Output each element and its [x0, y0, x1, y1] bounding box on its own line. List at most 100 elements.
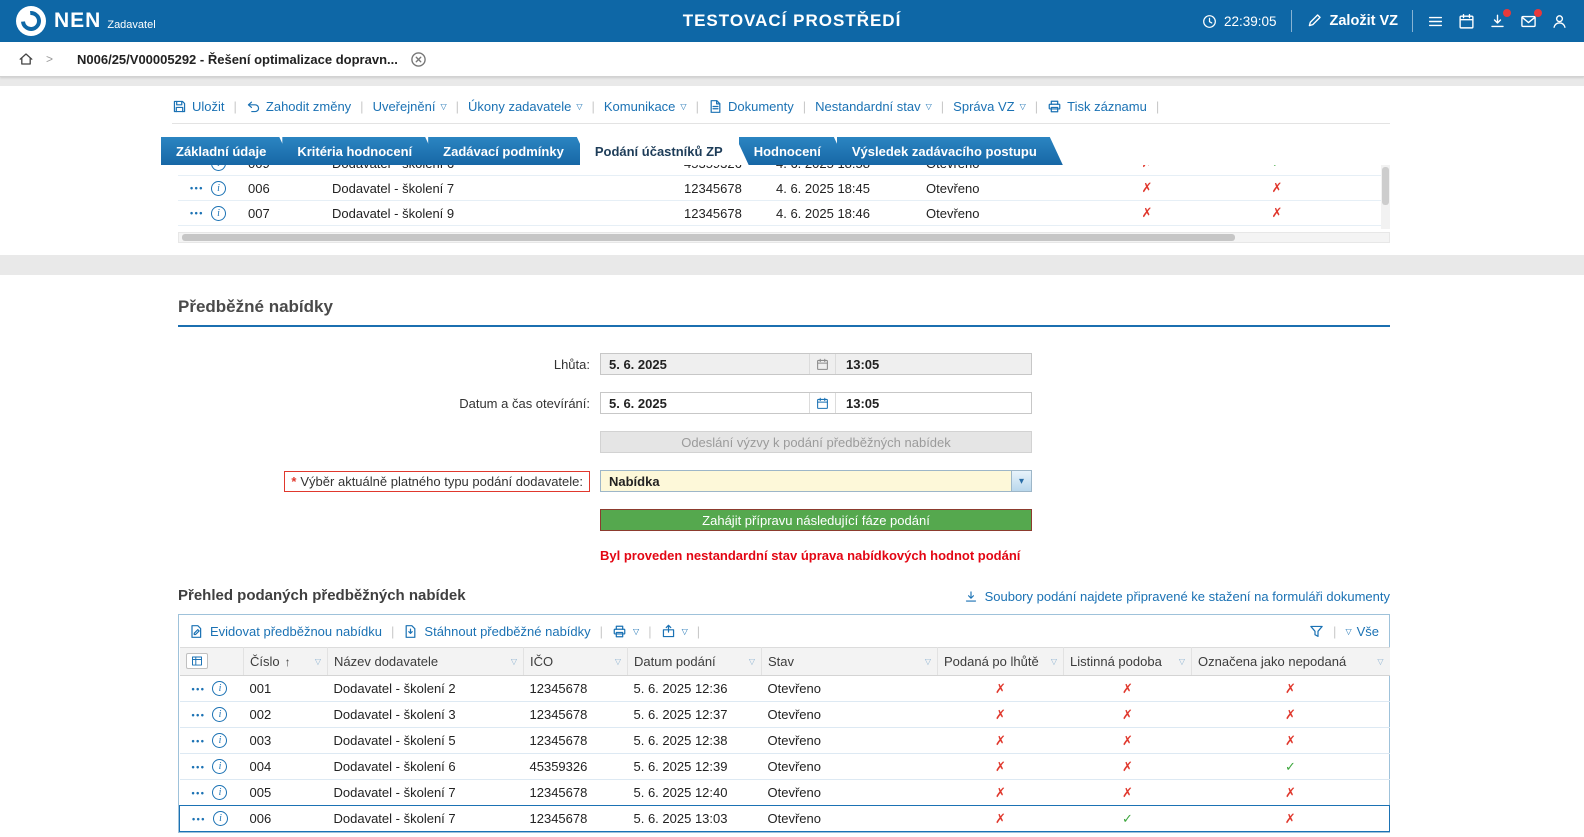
- opening-time-input[interactable]: 13:05: [835, 393, 1031, 413]
- vertical-scrollbar[interactable]: [1381, 165, 1390, 229]
- toolbar-item-uložit[interactable]: Uložit: [172, 99, 225, 114]
- submission-row[interactable]: •••i002Dodavatel - školení 3123456785. 6…: [180, 702, 1390, 728]
- cell-state: Otevřeno: [762, 806, 938, 832]
- toolbar-item-správa-vz[interactable]: Správa VZ▽: [953, 99, 1026, 114]
- breadcrumb-item[interactable]: N006/25/V00005292 - Řešení optimalizace …: [77, 52, 398, 67]
- tab-hodnocení[interactable]: Hodnocení: [739, 137, 847, 165]
- filter-chevron-icon[interactable]: ▽: [315, 657, 321, 666]
- tab-výsledek-zadávacího-postupu[interactable]: Výsledek zadávacího postupu: [837, 137, 1063, 165]
- calendar-button[interactable]: [809, 393, 835, 413]
- filter-chevron-icon[interactable]: ▽: [511, 657, 517, 666]
- filter-chevron-icon[interactable]: ▽: [1051, 657, 1057, 666]
- toolbar-item-úkony-zadavatele[interactable]: Úkony zadavatele▽: [468, 99, 583, 114]
- filter-chevron-icon[interactable]: ▽: [749, 657, 755, 666]
- sort-ascending-icon[interactable]: ↑: [285, 655, 291, 669]
- row-actions-icon[interactable]: •••: [192, 684, 206, 694]
- select-arrow-icon[interactable]: ▾: [1011, 471, 1031, 491]
- toolbar-item-komunikace[interactable]: Komunikace▽: [604, 99, 687, 114]
- column-header-ičo[interactable]: IČO▽: [524, 648, 628, 676]
- horizontal-scrollbar[interactable]: [178, 232, 1390, 243]
- info-icon[interactable]: i: [211, 181, 226, 196]
- table-action-evidovat-předběžnou-nabídku[interactable]: Evidovat předběžnou nabídku: [189, 624, 382, 639]
- toolbar-item-tisk-záznamu[interactable]: Tisk záznamu: [1047, 99, 1147, 114]
- tab-podání-účastníků-zp[interactable]: Podání účastníků ZP: [580, 137, 749, 165]
- info-icon[interactable]: i: [212, 681, 227, 696]
- column-header-stav[interactable]: Stav▽: [762, 648, 938, 676]
- participant-row[interactable]: •••i009Dodavatel - školení 6453593264. 6…: [178, 165, 1390, 176]
- table-action-print[interactable]: ▽: [612, 624, 639, 639]
- downloads-button[interactable]: [1489, 13, 1506, 30]
- calendar-button[interactable]: [1458, 13, 1475, 30]
- column-header-datum-podání[interactable]: Datum podání▽: [628, 648, 762, 676]
- row-actions-icon[interactable]: •••: [190, 165, 204, 168]
- submission-row[interactable]: •••i006Dodavatel - školení 7123456785. 6…: [180, 806, 1390, 832]
- cell-date: 5. 6. 2025 12:40: [628, 780, 762, 806]
- profile-button[interactable]: [1551, 13, 1568, 30]
- view-all-dropdown[interactable]: ▽ Vše: [1345, 624, 1379, 639]
- column-header-číslo[interactable]: Číslo↑▽: [244, 648, 328, 676]
- toolbar-separator: |: [1035, 99, 1038, 114]
- row-actions-icon[interactable]: •••: [190, 183, 204, 193]
- home-button[interactable]: [18, 51, 34, 67]
- filter-chevron-icon[interactable]: ▽: [925, 657, 931, 666]
- toolbar-item-nestandardní-stav[interactable]: Nestandardní stav▽: [815, 99, 932, 114]
- create-vz-button[interactable]: Založit VZ: [1306, 12, 1398, 30]
- menu-button[interactable]: [1427, 13, 1444, 30]
- submission-row[interactable]: •••i005Dodavatel - školení 7123456785. 6…: [180, 780, 1390, 806]
- row-actions-icon[interactable]: •••: [192, 736, 206, 746]
- filter-chevron-icon[interactable]: ▽: [1377, 657, 1383, 666]
- cell-supplier-name: Dodavatel - školení 9: [326, 206, 678, 221]
- info-icon[interactable]: i: [212, 785, 227, 800]
- submission-row[interactable]: •••i004Dodavatel - školení 6453593265. 6…: [180, 754, 1390, 780]
- cell-state: Otevřeno: [762, 754, 938, 780]
- toolbar-item-zahodit-změny[interactable]: Zahodit změny: [246, 99, 351, 114]
- deadline-field: 5. 6. 2025 13:05: [600, 353, 1032, 375]
- filter-button[interactable]: [1309, 624, 1324, 639]
- nen-logo-icon: [16, 6, 46, 36]
- participant-row[interactable]: •••i007Dodavatel - školení 9123456784. 6…: [178, 201, 1390, 226]
- cell-ico: 12345678: [678, 181, 770, 196]
- opening-field[interactable]: 5. 6. 2025 13:05: [600, 392, 1032, 414]
- row-actions-icon[interactable]: •••: [192, 814, 206, 824]
- tab-zadávací-podmínky[interactable]: Zadávací podmínky: [428, 137, 590, 165]
- cell-actions: ••• i: [180, 676, 244, 702]
- info-icon[interactable]: i: [212, 733, 227, 748]
- files-download-link[interactable]: Soubory podání najdete připravené ke sta…: [964, 589, 1390, 604]
- cell-paper-form: ✗: [1064, 728, 1192, 754]
- info-icon[interactable]: i: [213, 811, 228, 826]
- cell-supplier-name: Dodavatel - školení 7: [328, 806, 524, 832]
- notification-badge: [1534, 9, 1542, 17]
- column-header-podaná-po-lhůtě[interactable]: Podaná po lhůtě▽: [938, 648, 1064, 676]
- nen-logo[interactable]: NEN Zadavatel: [16, 6, 156, 36]
- participant-row[interactable]: •••i006Dodavatel - školení 7123456784. 6…: [178, 176, 1390, 201]
- info-icon[interactable]: i: [212, 759, 227, 774]
- table-action-share[interactable]: ▽: [661, 624, 688, 639]
- column-header-označena-jako-nepodaná[interactable]: Označena jako nepodaná▽: [1192, 648, 1390, 676]
- row-actions-icon[interactable]: •••: [192, 788, 206, 798]
- toolbar-item-uveřejnění[interactable]: Uveřejnění▽: [373, 99, 447, 114]
- scrollbar-thumb[interactable]: [182, 234, 1235, 241]
- tab-základní-údaje[interactable]: Základní údaje: [161, 137, 292, 165]
- toolbar-item-dokumenty[interactable]: Dokumenty: [708, 99, 794, 114]
- submission-row[interactable]: •••i001Dodavatel - školení 2123456785. 6…: [180, 676, 1390, 702]
- table-action-stáhnout-předběžné-nabídky[interactable]: Stáhnout předběžné nabídky: [403, 624, 590, 639]
- messages-button[interactable]: [1520, 13, 1537, 30]
- scrollbar-thumb[interactable]: [1382, 167, 1389, 205]
- close-record-icon[interactable]: [410, 51, 427, 68]
- column-header-název-dodavatele[interactable]: Název dodavatele▽: [328, 648, 524, 676]
- filter-chevron-icon[interactable]: ▽: [615, 657, 621, 666]
- info-icon[interactable]: i: [211, 165, 226, 171]
- tab-kritéria-hodnocení[interactable]: Kritéria hodnocení: [282, 137, 438, 165]
- submission-type-select[interactable]: Nabídka ▾: [600, 470, 1032, 492]
- start-next-phase-button[interactable]: Zahájit přípravu následující fáze podání: [600, 509, 1032, 531]
- column-header-listinná-podoba[interactable]: Listinná podoba▽: [1064, 648, 1192, 676]
- row-actions-icon[interactable]: •••: [192, 762, 206, 772]
- opening-date-input[interactable]: 5. 6. 2025: [601, 396, 809, 411]
- filter-chevron-icon[interactable]: ▽: [1179, 657, 1185, 666]
- info-icon[interactable]: i: [211, 206, 226, 221]
- row-actions-icon[interactable]: •••: [190, 208, 204, 218]
- info-icon[interactable]: i: [212, 707, 227, 722]
- submission-row[interactable]: •••i003Dodavatel - školení 5123456785. 6…: [180, 728, 1390, 754]
- column-settings-button[interactable]: [186, 653, 208, 669]
- row-actions-icon[interactable]: •••: [192, 710, 206, 720]
